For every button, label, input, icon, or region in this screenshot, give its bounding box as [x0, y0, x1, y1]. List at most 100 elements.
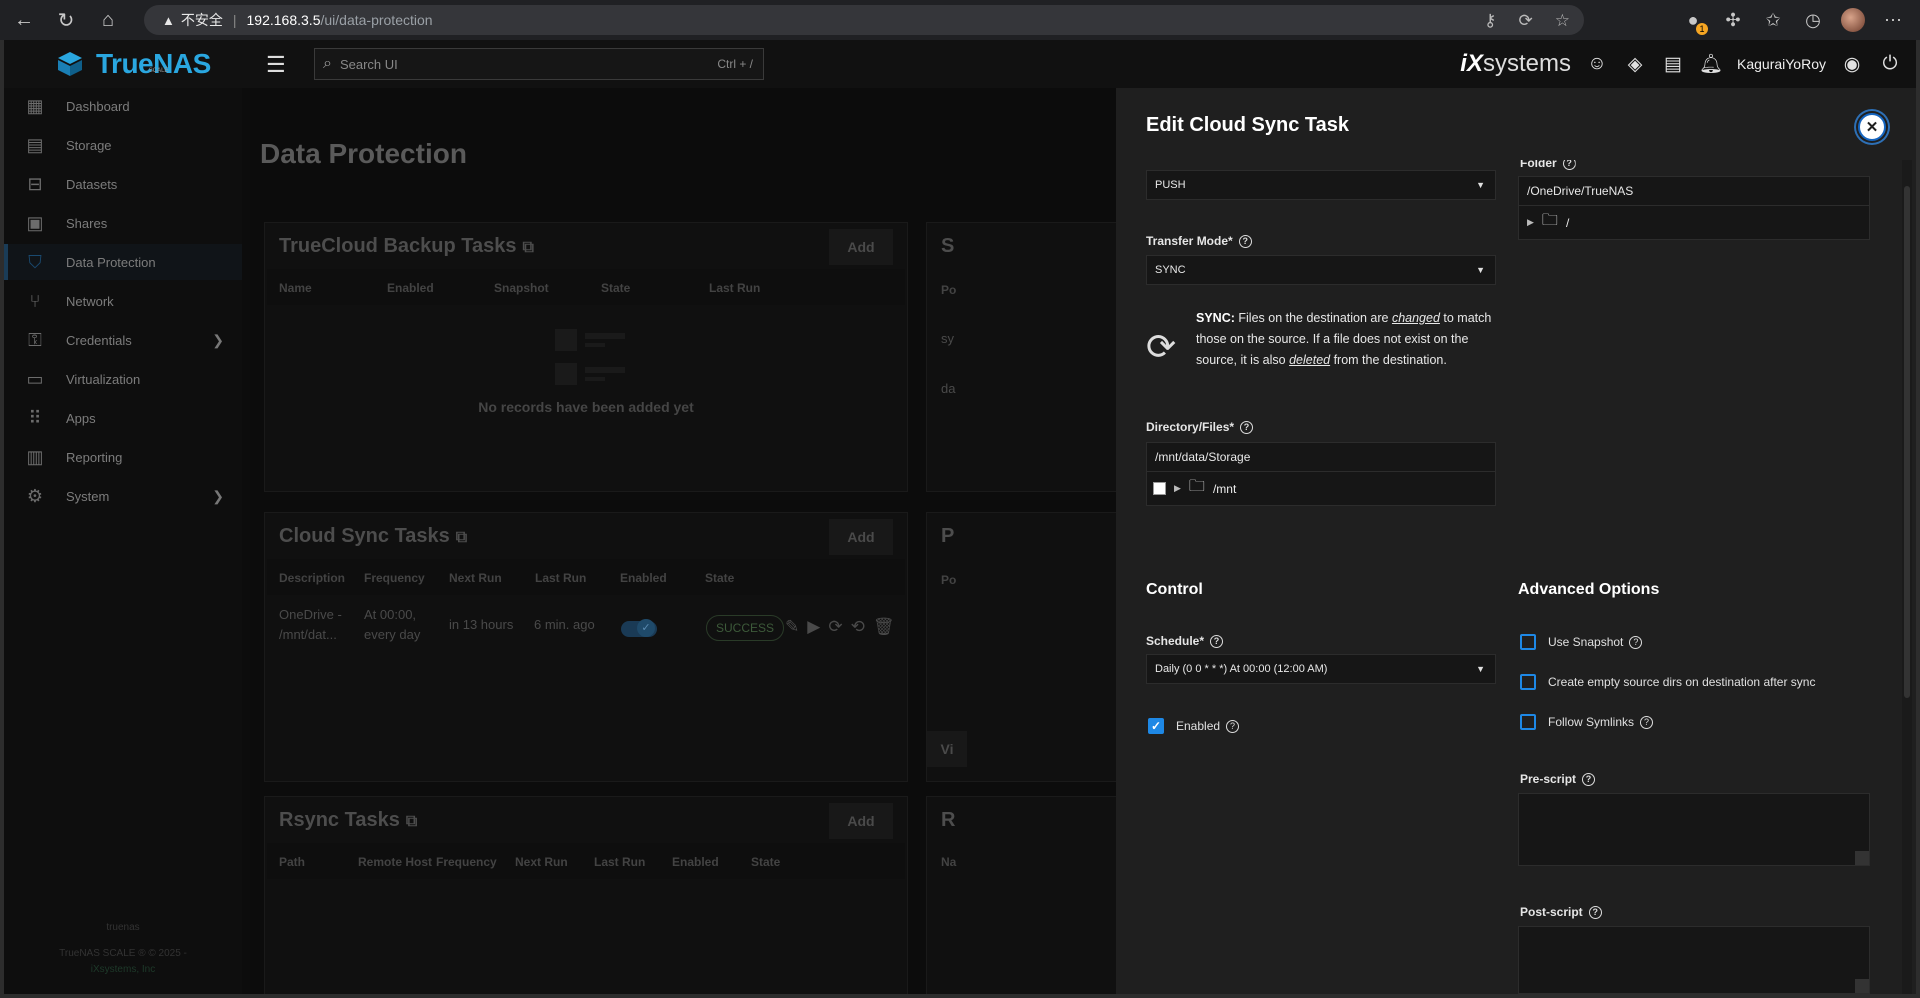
column-header[interactable]: Last Run [535, 571, 586, 585]
cloudsync-add-button[interactable]: Add [829, 519, 893, 555]
use-snapshot-checkbox[interactable]: Use Snapshot? [1520, 634, 1643, 650]
column-header[interactable]: State [751, 855, 780, 869]
jobs-icon[interactable]: ▤ [1661, 52, 1685, 76]
extension-icon[interactable]: ● 1 [1680, 7, 1708, 35]
star-icon[interactable]: ☆ [1555, 11, 1570, 31]
column-header[interactable]: Frequency [436, 855, 497, 869]
help-icon[interactable]: ? [1238, 235, 1252, 249]
column-header[interactable]: Last Run [594, 855, 645, 869]
restore-icon[interactable]: ⟲ [851, 617, 865, 637]
more-icon[interactable]: ⋯ [1880, 7, 1906, 33]
help-icon[interactable]: ? [1582, 773, 1596, 787]
key-icon[interactable]: ⚷ [1484, 11, 1496, 31]
row-enabled-toggle[interactable] [621, 619, 657, 637]
column-header[interactable]: Last Run [709, 281, 760, 295]
expand-icon[interactable]: ▶ [1174, 483, 1181, 494]
truecloud-title[interactable]: TrueCloud Backup Tasks ⧉ [279, 235, 534, 258]
column-header[interactable]: State [601, 281, 630, 295]
sidebar-item-data-protection[interactable]: ⛉ Data Protection [4, 244, 242, 280]
address-bar[interactable]: ▲ 不安全 | 192.168.3.5/ui/data-protection ⚷… [144, 5, 1584, 35]
puzzle-icon[interactable]: ✣ [1720, 7, 1746, 33]
sidebar-item-storage[interactable]: ▤ Storage [4, 127, 242, 163]
username[interactable]: KaguraiYoRoy [1737, 56, 1826, 72]
sidebar-item-system[interactable]: ⚙ System ❯ [4, 478, 242, 514]
direction-select[interactable]: PUSH ▼ [1146, 170, 1496, 200]
footer-hostname: truenas [106, 922, 140, 933]
delete-icon[interactable]: 🗑︎ [873, 617, 895, 637]
sync-icon[interactable]: ⟳ [828, 617, 842, 637]
back-icon[interactable]: ← [6, 4, 42, 36]
view-button[interactable]: Vi [927, 731, 967, 767]
help-icon[interactable]: ? [1629, 635, 1643, 649]
sidebar-item-datasets[interactable]: ⊟ Datasets [4, 166, 242, 202]
run-icon[interactable]: ▶ [807, 617, 820, 637]
truenas-logo[interactable]: TrueNAS SCALE [52, 48, 211, 80]
rsync-title[interactable]: Rsync Tasks ⧉ [279, 809, 417, 832]
directory-tree-row[interactable]: ▶ 🗀︎ /mnt [1146, 472, 1496, 506]
column-header[interactable]: Snapshot [494, 281, 549, 295]
create-empty-dirs-checkbox[interactable]: Create empty source dirs on destination … [1520, 674, 1815, 690]
column-header[interactable]: Remote Host [358, 855, 432, 869]
close-icon[interactable]: ✕ [1858, 113, 1886, 141]
favorites-icon[interactable]: ✩ [1760, 7, 1786, 33]
column-header[interactable]: Path [279, 855, 305, 869]
resize-handle[interactable] [1855, 979, 1869, 993]
column-header[interactable]: Frequency [364, 571, 425, 585]
truecommand-icon[interactable]: ◈ [1623, 52, 1647, 76]
sidebar-item-apps[interactable]: ⠿ Apps [4, 400, 242, 436]
profile-avatar[interactable] [1840, 7, 1866, 33]
transfer-mode-select[interactable]: SYNC ▼ [1146, 255, 1496, 285]
column-header[interactable]: Next Run [515, 855, 568, 869]
column-header[interactable]: Name [279, 281, 312, 295]
rsync-add-button[interactable]: Add [829, 803, 893, 839]
help-icon[interactable]: ? [1640, 715, 1654, 729]
postscript-textarea[interactable] [1518, 926, 1870, 994]
column-header[interactable]: Enabled [620, 571, 667, 585]
prescript-textarea[interactable] [1518, 793, 1870, 866]
help-icon[interactable]: ? [1210, 635, 1224, 649]
shield-icon: ⛉ [28, 251, 42, 272]
bell-icon[interactable]: 🔔︎ [1699, 52, 1723, 76]
scrollbar-thumb[interactable] [1904, 186, 1910, 698]
help-icon[interactable]: ? [1226, 719, 1240, 733]
translate-icon[interactable]: ⟳ [1519, 11, 1533, 31]
status-badge[interactable]: SUCCESS [706, 615, 785, 641]
expand-icon[interactable]: ▶ [1527, 217, 1534, 228]
column-header[interactable]: Enabled [387, 281, 434, 295]
column-header[interactable]: Description [279, 571, 345, 585]
home-icon[interactable]: ⌂ [90, 4, 126, 36]
edit-icon[interactable]: ✎ [785, 617, 799, 637]
account-icon[interactable]: ◉ [1840, 52, 1864, 76]
sidebar-item-virtualization[interactable]: ▭ Virtualization [4, 361, 242, 397]
tree-checkbox[interactable] [1153, 482, 1166, 495]
history-icon[interactable]: ◷ [1800, 7, 1826, 33]
panel-scrollbar[interactable] [1902, 160, 1912, 994]
folder-tree-row[interactable]: ▶ 🗀︎ / [1518, 206, 1870, 240]
open-external-icon: ⧉ [405, 813, 418, 830]
cloudsync-title[interactable]: Cloud Sync Tasks ⧉ [279, 525, 467, 548]
ixsystems-logo[interactable]: iX systems [1460, 50, 1571, 78]
schedule-select[interactable]: Daily (0 0 * * *) At 00:00 (12:00 AM) ▼ [1146, 654, 1496, 684]
help-icon[interactable]: ? [1588, 906, 1602, 920]
footer-company-link[interactable]: iXsystems, Inc [4, 964, 242, 975]
truecloud-add-button[interactable]: Add [829, 229, 893, 265]
column-header[interactable]: Next Run [449, 571, 502, 585]
menu-toggle-icon[interactable]: ☰ [266, 52, 286, 78]
follow-symlinks-checkbox[interactable]: Follow Symlinks? [1520, 714, 1654, 730]
folder-input[interactable]: /OneDrive/TrueNAS [1518, 176, 1870, 206]
column-header[interactable]: State [705, 571, 734, 585]
directory-input[interactable]: /mnt/data/Storage [1146, 442, 1496, 472]
search-input[interactable]: ⌕ Search UI Ctrl + / [314, 48, 764, 80]
power-icon[interactable]: ⏻ [1878, 52, 1902, 76]
sidebar-item-network[interactable]: ⑂ Network [4, 283, 242, 319]
sidebar-item-dashboard[interactable]: ▦ Dashboard [4, 88, 242, 124]
help-icon[interactable]: ? [1240, 421, 1254, 435]
sidebar-item-reporting[interactable]: ▥ Reporting [4, 439, 242, 475]
sidebar-item-credentials[interactable]: ⚿ Credentials ❯ [4, 322, 242, 358]
sidebar-item-shares[interactable]: ▣ Shares [4, 205, 242, 241]
reload-icon[interactable]: ↻ [48, 4, 84, 36]
column-header[interactable]: Enabled [672, 855, 719, 869]
feedback-icon[interactable]: ☺ [1585, 52, 1609, 76]
enabled-checkbox[interactable]: ✓ Enabled? [1148, 718, 1240, 734]
resize-handle[interactable] [1855, 851, 1869, 865]
